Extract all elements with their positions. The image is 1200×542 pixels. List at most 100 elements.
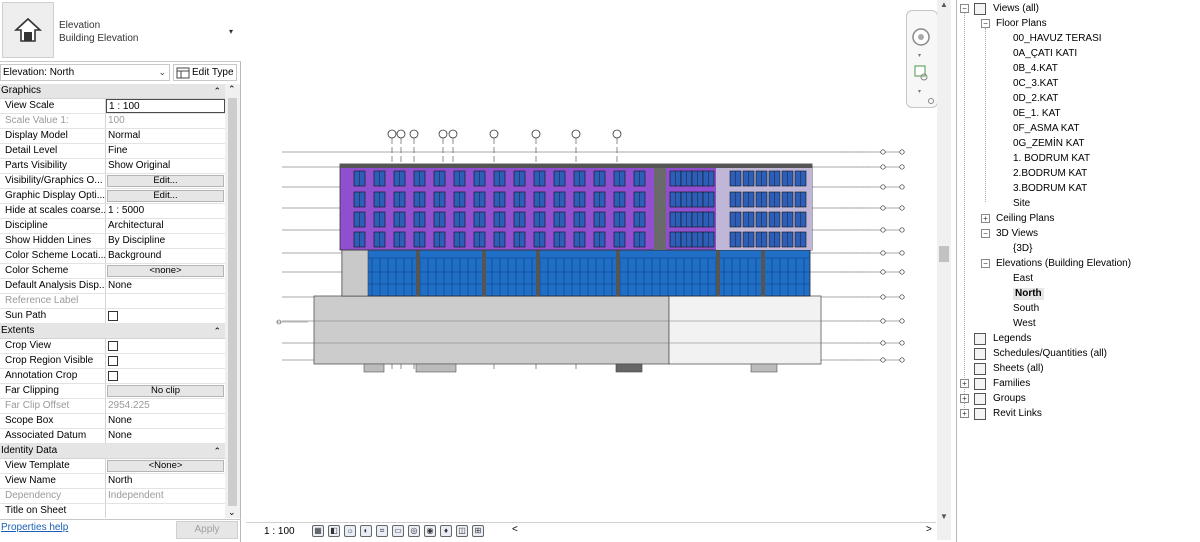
browser-node-schedules[interactable]: Schedules/Quantities (all): [993, 348, 1107, 360]
property-row[interactable]: Dependency Independent: [0, 489, 225, 504]
browser-node-groups[interactable]: Groups: [993, 393, 1026, 405]
property-row[interactable]: Graphic Display Opti... Edit...: [0, 189, 225, 204]
collapse-icon[interactable]: ⌃: [213, 324, 221, 338]
browser-node-revit-links[interactable]: Revit Links: [993, 408, 1042, 420]
property-value[interactable]: Architectural: [106, 219, 225, 233]
property-row[interactable]: View Name North: [0, 474, 225, 489]
property-row[interactable]: Visibility/Graphics O... Edit...: [0, 174, 225, 189]
browser-elevation-item[interactable]: East: [1013, 273, 1033, 285]
property-value[interactable]: None: [106, 429, 225, 443]
edit-type-button[interactable]: Edit Type: [173, 64, 237, 81]
property-row[interactable]: Annotation Crop: [0, 369, 225, 384]
property-value[interactable]: None: [106, 279, 225, 293]
browser-elevation-item[interactable]: North: [1013, 288, 1044, 300]
property-value[interactable]: None: [106, 414, 225, 428]
drawing-canvas[interactable]: ▾ ▾: [246, 0, 938, 522]
property-edit-button[interactable]: <None>: [107, 460, 224, 472]
property-group-header[interactable]: Extents ⌃: [0, 324, 225, 339]
view-scale-control[interactable]: 1 : 100: [264, 526, 295, 537]
temporary-hide-icon[interactable]: ◎: [408, 525, 420, 537]
property-row[interactable]: Far Clip Offset 2954.225: [0, 399, 225, 414]
property-row[interactable]: Sun Path: [0, 309, 225, 324]
browser-floor-plan-item[interactable]: 0D_2.KAT: [1013, 93, 1058, 105]
collapse-icon[interactable]: −: [981, 19, 990, 28]
browser-floor-plan-item[interactable]: 0F_ASMA KAT: [1013, 123, 1080, 135]
navigation-bar[interactable]: ▾ ▾: [906, 10, 938, 108]
property-row[interactable]: Crop View: [0, 339, 225, 354]
reveal-hidden-icon[interactable]: ◉: [424, 525, 436, 537]
type-selector[interactable]: Elevation Building Elevation ▾: [0, 0, 241, 62]
property-edit-button[interactable]: Edit...: [107, 175, 224, 187]
browser-elevation-item[interactable]: South: [1013, 303, 1039, 315]
browser-floor-plan-item[interactable]: 00_HAVUZ TERASI: [1013, 33, 1102, 45]
scroll-up-icon[interactable]: ⌃: [228, 84, 236, 95]
property-group-header[interactable]: Identity Data ⌃: [0, 444, 225, 459]
property-value[interactable]: [106, 504, 225, 518]
property-row[interactable]: View Template <None>: [0, 459, 225, 474]
visual-style-icon[interactable]: ◧: [328, 525, 340, 537]
property-value[interactable]: No clip: [106, 384, 225, 398]
property-value[interactable]: Show Original: [106, 159, 225, 173]
browser-views-root[interactable]: Views (all): [993, 3, 1039, 15]
property-row[interactable]: Show Hidden Lines By Discipline: [0, 234, 225, 249]
browser-floor-plan-item[interactable]: 0C_3.KAT: [1013, 78, 1058, 90]
expand-icon[interactable]: +: [981, 214, 990, 223]
property-group-header[interactable]: Graphics ⌃: [0, 84, 225, 99]
property-row[interactable]: Display Model Normal: [0, 129, 225, 144]
browser-floor-plan-item[interactable]: 0G_ZEMİN KAT: [1013, 138, 1085, 150]
property-value[interactable]: By Discipline: [106, 234, 225, 248]
property-row[interactable]: Hide at scales coarse... 1 : 5000: [0, 204, 225, 219]
property-row[interactable]: Title on Sheet: [0, 504, 225, 518]
shadows-icon[interactable]: ◐: [360, 525, 372, 537]
detail-level-icon[interactable]: ▦: [312, 525, 324, 537]
canvas-horizontal-scrollbar[interactable]: < >: [512, 524, 932, 537]
property-value[interactable]: Fine: [106, 144, 225, 158]
property-edit-button[interactable]: <none>: [107, 265, 224, 277]
property-row[interactable]: Far Clipping No clip: [0, 384, 225, 399]
browser-node-families[interactable]: Families: [993, 378, 1030, 390]
browser-ceiling-plans[interactable]: Ceiling Plans: [996, 213, 1054, 225]
collapse-icon[interactable]: −: [960, 4, 969, 13]
crop-view-icon[interactable]: ⌗: [376, 525, 388, 537]
property-row[interactable]: Associated Datum None: [0, 429, 225, 444]
property-value[interactable]: Edit...: [106, 189, 225, 203]
scroll-left-icon[interactable]: <: [512, 524, 518, 535]
properties-help-link[interactable]: Properties help: [1, 522, 68, 533]
property-row[interactable]: Color Scheme Locati... Background: [0, 249, 225, 264]
property-value[interactable]: North: [106, 474, 225, 488]
property-value[interactable]: Edit...: [106, 174, 225, 188]
browser-3d-item[interactable]: {3D}: [1013, 243, 1032, 255]
scroll-down-icon[interactable]: ⌄: [228, 507, 236, 518]
property-value[interactable]: 1 : 100: [106, 99, 225, 113]
browser-elevations[interactable]: Elevations (Building Elevation): [996, 258, 1131, 270]
browser-node-sheets[interactable]: Sheets (all): [993, 363, 1044, 375]
browser-floor-plan-item[interactable]: 0A_ÇATI KATI: [1013, 48, 1077, 60]
collapse-icon[interactable]: ⌃: [213, 444, 221, 458]
reveal-constraints-icon[interactable]: ⊞: [472, 525, 484, 537]
property-checkbox[interactable]: [108, 311, 118, 321]
property-value[interactable]: <none>: [106, 264, 225, 278]
browser-floor-plans[interactable]: Floor Plans: [996, 18, 1047, 30]
sun-path-icon[interactable]: ☼: [344, 525, 356, 537]
property-value[interactable]: 1 : 5000: [106, 204, 225, 218]
property-row[interactable]: Reference Label: [0, 294, 225, 309]
property-row[interactable]: Scale Value 1: 100: [0, 114, 225, 129]
scrollbar-thumb[interactable]: [228, 98, 237, 506]
property-row[interactable]: Detail Level Fine: [0, 144, 225, 159]
property-value[interactable]: Normal: [106, 129, 225, 143]
instance-selector[interactable]: Elevation: North ⌄: [0, 64, 170, 81]
collapse-icon[interactable]: −: [981, 229, 990, 238]
property-value[interactable]: [106, 339, 225, 353]
chevron-down-icon[interactable]: ▾: [229, 27, 233, 36]
property-row[interactable]: Crop Region Visible: [0, 354, 225, 369]
browser-elevation-item[interactable]: West: [1013, 318, 1036, 330]
property-value[interactable]: Background: [106, 249, 225, 263]
browser-node-legends[interactable]: Legends: [993, 333, 1031, 345]
property-value[interactable]: [106, 309, 225, 323]
browser-floor-plan-item[interactable]: 0E_1. KAT: [1013, 108, 1061, 120]
property-edit-button[interactable]: No clip: [107, 385, 224, 397]
collapse-icon[interactable]: ⌃: [213, 84, 221, 98]
browser-floor-plan-item[interactable]: 0B_4.KAT: [1013, 63, 1058, 75]
property-row[interactable]: Color Scheme <none>: [0, 264, 225, 279]
apply-button[interactable]: Apply: [176, 521, 238, 539]
